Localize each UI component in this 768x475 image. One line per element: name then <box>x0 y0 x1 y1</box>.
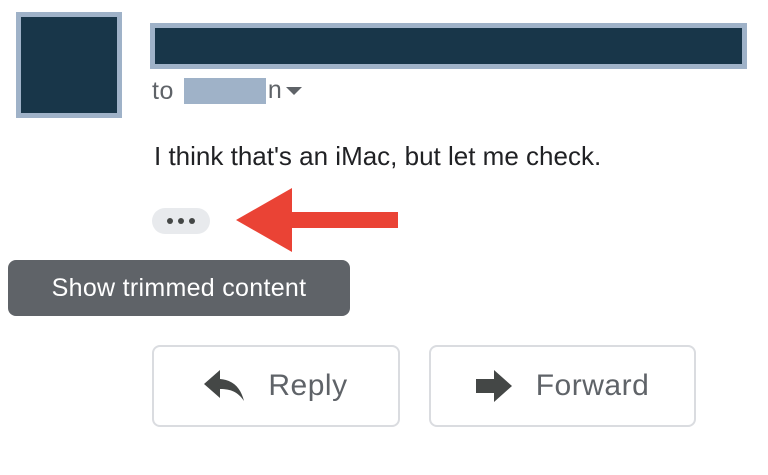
more-horiz-icon-dot <box>189 218 195 224</box>
reply-button[interactable]: Reply <box>152 345 400 427</box>
message-body: I think that's an iMac, but let me check… <box>154 141 602 171</box>
recipient-name-redaction <box>183 78 266 104</box>
show-trimmed-content-button[interactable] <box>152 208 210 234</box>
chevron-down-icon[interactable] <box>285 87 302 95</box>
tooltip: Show trimmed content <box>8 260 350 316</box>
left-arrow-icon <box>236 188 398 252</box>
sender-avatar-redacted <box>16 12 122 118</box>
recipient-name: n <box>183 76 282 106</box>
more-horiz-icon <box>167 218 173 224</box>
recipient-name-tail: n <box>267 76 282 104</box>
forward-icon <box>475 370 512 402</box>
more-horiz-icon-dot <box>178 218 184 224</box>
recipient-prefix: to <box>152 76 174 105</box>
forward-label: Forward <box>535 369 650 402</box>
forward-button[interactable]: Forward <box>429 345 696 427</box>
sender-name-redacted <box>150 23 747 69</box>
recipient-row[interactable]: to n <box>152 76 302 106</box>
reply-label: Reply <box>268 369 348 402</box>
reply-icon <box>204 370 245 401</box>
